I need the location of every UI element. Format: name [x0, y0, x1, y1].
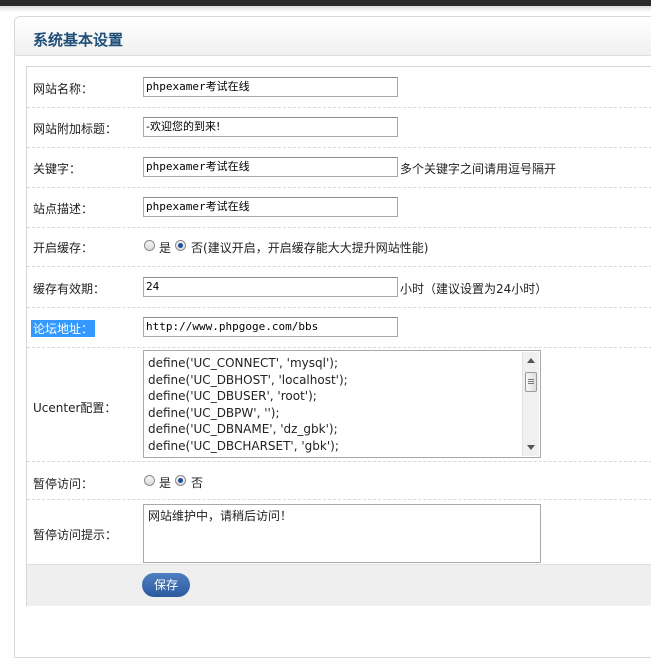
description-label: 站点描述： — [33, 202, 94, 216]
forum-url-label: 论坛地址： — [31, 320, 96, 337]
row-site-name: 网站名称： — [27, 67, 651, 108]
ucenter-scrollbar[interactable] — [522, 352, 539, 456]
cache-no-text: 否 — [191, 241, 204, 255]
row-cache: 开启缓存： 是 否(建议开启，开启缓存能大大提升网站性能) — [27, 227, 651, 267]
row-description: 站点描述： — [27, 187, 651, 228]
cache-label: 开启缓存： — [33, 241, 94, 255]
pause-notice-text: 网站维护中，请稍后访问！ — [148, 509, 293, 523]
cache-ttl-hint: 小时（建议设置为24小时） — [400, 282, 548, 296]
top-bar-shadow — [0, 6, 651, 12]
row-keywords: 关键字： 多个关键字之间请用逗号隔开 — [27, 147, 651, 188]
save-button[interactable]: 保存 — [142, 573, 190, 597]
page-title: 系统基本设置 — [33, 31, 124, 49]
keywords-label: 关键字： — [33, 162, 82, 176]
pause-notice-textarea[interactable]: 网站维护中，请稍后访问！ — [143, 504, 541, 563]
row-pause: 暂停访问： 是 否 — [27, 461, 651, 500]
keywords-hint: 多个关键字之间请用逗号隔开 — [400, 162, 557, 176]
scroll-thumb[interactable] — [525, 372, 537, 392]
ucenter-line: define('UC_DBHOST', 'localhost'); — [148, 372, 348, 387]
site-subtitle-label: 网站附加标题： — [33, 122, 118, 136]
ucenter-label: Ucenter配置： — [33, 401, 117, 415]
row-site-subtitle: 网站附加标题： — [27, 107, 651, 148]
ucenter-line: define('UC_DBCHARSET', 'gbk'); — [148, 438, 339, 453]
pause-yes-label: 是 — [159, 476, 172, 490]
cache-no-label: 否(建议开启，开启缓存能大大提升网站性能) — [191, 239, 428, 256]
panel-header: 系统基本设置 — [15, 17, 651, 56]
pause-no-radio[interactable] — [175, 475, 186, 486]
pause-label: 暂停访问： — [33, 477, 94, 491]
site-name-label: 网站名称： — [33, 82, 94, 96]
ucenter-textarea[interactable]: define('UC_CONNECT', 'mysql'); define('U… — [143, 350, 541, 458]
ucenter-line: define('UC_DBPW', ''); — [148, 405, 280, 420]
scroll-down-arrow-icon[interactable] — [527, 445, 535, 450]
cache-yes-radio[interactable] — [144, 240, 155, 251]
settings-form: 网站名称： 网站附加标题： 关键字： 多个关键字之间请用逗号隔开 站点描述： 开… — [26, 66, 651, 606]
row-ucenter: Ucenter配置： define('UC_CONNECT', 'mysql')… — [27, 347, 651, 462]
forum-url-input[interactable] — [143, 317, 398, 337]
cache-ttl-label: 缓存有效期： — [33, 282, 106, 296]
scroll-up-arrow-icon[interactable] — [527, 358, 535, 363]
pause-no-label: 否 — [191, 476, 204, 490]
keywords-input[interactable] — [143, 157, 398, 177]
ucenter-content: define('UC_CONNECT', 'mysql'); define('U… — [148, 355, 348, 454]
ucenter-line: define('UC_DBUSER', 'root'); — [148, 389, 317, 403]
cache-ttl-input[interactable] — [143, 277, 398, 297]
row-pause-notice: 暂停访问提示： 网站维护中，请稍后访问！ — [27, 499, 651, 564]
row-cache-ttl: 缓存有效期： 小时（建议设置为24小时） — [27, 266, 651, 308]
row-forum-url: 论坛地址： — [27, 307, 651, 348]
description-input[interactable] — [143, 197, 398, 217]
cache-hint: (建议开启，开启缓存能大大提升网站性能) — [203, 241, 429, 255]
pause-yes-radio[interactable] — [144, 475, 155, 486]
site-subtitle-input[interactable] — [143, 117, 398, 137]
ucenter-line: define('UC_CONNECT', 'mysql'); — [148, 356, 339, 370]
pause-notice-label: 暂停访问提示： — [33, 528, 118, 542]
ucenter-line: define('UC_DBNAME', 'dz_gbk'); — [148, 422, 338, 436]
cache-no-radio[interactable] — [175, 240, 186, 251]
form-footer: 保存 — [27, 564, 651, 606]
site-name-input[interactable] — [143, 77, 398, 97]
cache-yes-label: 是 — [159, 241, 172, 255]
